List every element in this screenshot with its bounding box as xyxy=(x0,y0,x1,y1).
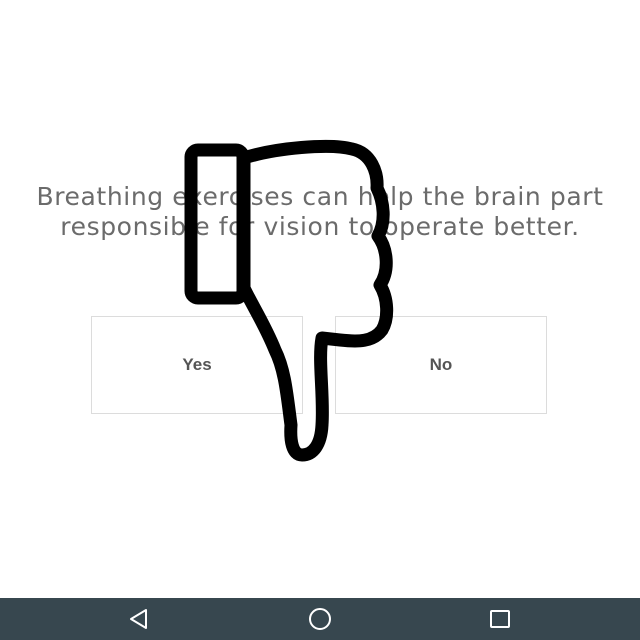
home-circle-icon xyxy=(309,608,331,630)
yes-button[interactable]: Yes xyxy=(91,316,303,414)
back-button[interactable] xyxy=(110,598,170,640)
back-triangle-icon xyxy=(130,609,147,629)
no-button[interactable]: No xyxy=(335,316,547,414)
recents-square-icon xyxy=(490,610,510,628)
home-button[interactable] xyxy=(290,598,350,640)
quiz-screen: Breathing exercises can help the brain p… xyxy=(0,0,640,640)
question-text: Breathing exercises can help the brain p… xyxy=(36,182,604,241)
recents-button[interactable] xyxy=(470,598,530,640)
system-navigation-bar xyxy=(0,598,640,640)
